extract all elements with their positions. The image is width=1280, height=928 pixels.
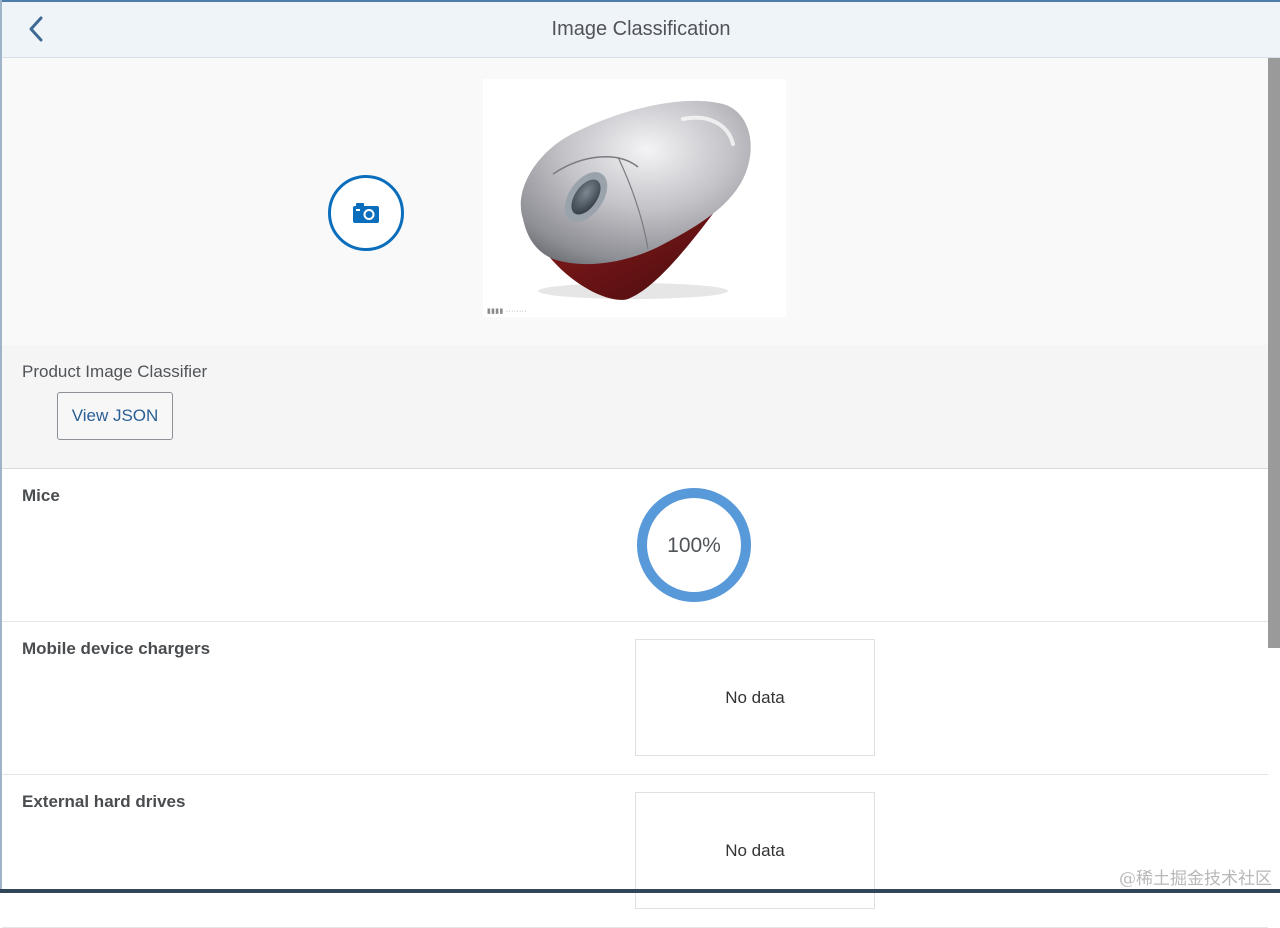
watermark-text: @稀土掘金技术社区 [1119, 869, 1272, 889]
result-label: Mice [22, 486, 60, 505]
window-bottom-border [0, 889, 1280, 893]
gauge-value: 100% [667, 534, 721, 557]
view-json-button[interactable]: View JSON [57, 392, 173, 440]
no-data-box: No data [635, 639, 875, 756]
result-label: External hard drives [22, 792, 186, 811]
classifier-title: Product Image Classifier [22, 362, 208, 381]
confidence-gauge: 100% [637, 488, 751, 602]
camera-icon [353, 203, 379, 223]
camera-button[interactable] [328, 175, 404, 251]
scrollbar[interactable] [1268, 58, 1280, 648]
app-header: Image Classification [2, 2, 1280, 58]
page-title: Image Classification [551, 18, 731, 40]
image-upload-area: ▮▮▮▮ ········ [2, 58, 1268, 345]
uploaded-image-preview: ▮▮▮▮ ········ [483, 79, 786, 317]
result-row-mice: Mice 100% [2, 469, 1268, 622]
result-row-hard-drives: External hard drives No data [2, 775, 1268, 928]
computer-mouse-image [520, 100, 751, 300]
result-row-chargers: Mobile device chargers No data [2, 622, 1268, 775]
classifier-toolbar: Product Image Classifier View JSON [2, 345, 1268, 469]
result-label: Mobile device chargers [22, 639, 211, 658]
image-watermark: ▮▮▮▮ ········ [487, 308, 527, 315]
